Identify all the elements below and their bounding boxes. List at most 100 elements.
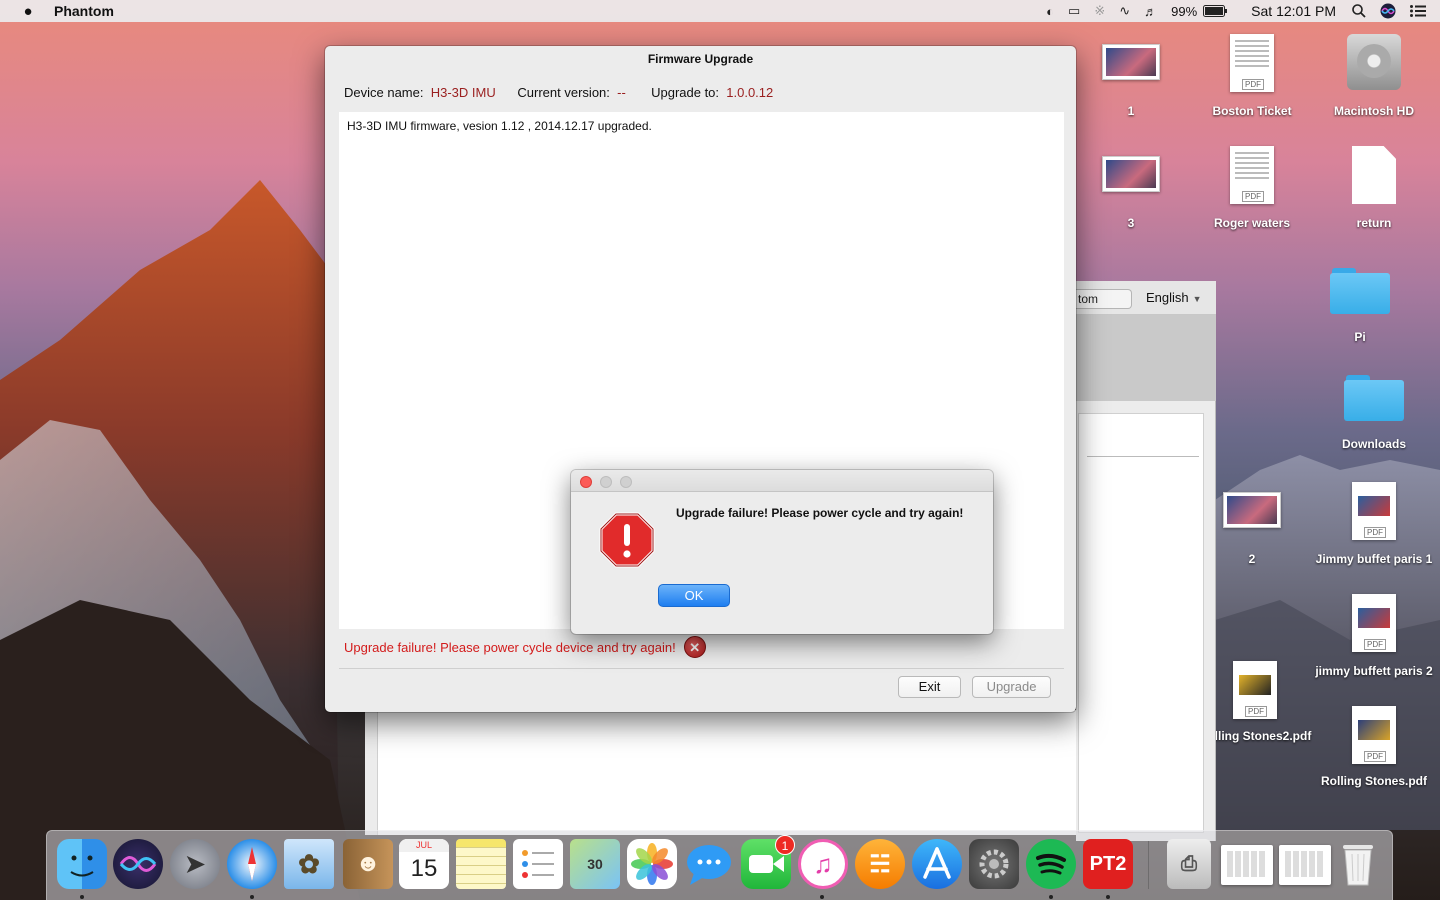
wifi-icon[interactable]: ∿	[1119, 3, 1130, 19]
pdf-document-icon: PDF	[1230, 146, 1274, 204]
screenshot-thumbnail-icon	[1227, 851, 1267, 877]
alert-message: Upgrade failure! Please power cycle and …	[676, 506, 964, 520]
language-select[interactable]: English ▼	[1146, 290, 1202, 305]
dock-calendar[interactable]: JUL 15	[399, 839, 449, 889]
airplay-icon[interactable]: ▭	[1068, 3, 1080, 19]
siri-icon[interactable]	[1380, 3, 1396, 19]
finder-icon	[70, 855, 94, 877]
app-menu-phantom[interactable]: Phantom	[54, 3, 114, 19]
dock-launchpad[interactable]: ➤	[170, 839, 220, 889]
minimize-button[interactable]	[600, 476, 612, 488]
apple-icon[interactable]: ●	[18, 3, 38, 20]
dock-mail[interactable]: ✿	[284, 839, 334, 889]
dock: ➤ ✿ ☻ JUL 15 30 1 ♫ ☵ PT2 ⎙	[46, 830, 1393, 900]
screenshot-thumbnail-icon	[1102, 44, 1160, 80]
menu-bar: ● Phantom ◐ ▭ ※ ∿ ♬ 99% Sat 12:01 PM	[0, 0, 1440, 22]
menubar-clock[interactable]: Sat 12:01 PM	[1251, 3, 1336, 19]
notes-icon	[456, 839, 506, 889]
pdf-document-icon: PDF	[1352, 482, 1396, 540]
upgrade-failure-alert: Upgrade failure! Please power cycle and …	[571, 470, 993, 634]
folder-icon	[1344, 375, 1404, 421]
calendar-month: JUL	[399, 839, 449, 852]
ok-button[interactable]: OK	[658, 584, 730, 607]
desktop-icon-rolling-stones[interactable]: PDF Rolling Stones.pdf	[1314, 706, 1434, 789]
desktop-icon-3[interactable]: 3	[1071, 156, 1191, 231]
notification-badge: 1	[775, 835, 795, 855]
map-icon: 30	[587, 856, 603, 872]
dock-contacts[interactable]: ☻	[343, 839, 393, 889]
contact-book-icon: ☻	[355, 850, 381, 877]
desktop-icon-macintosh-hd[interactable]: Macintosh HD	[1314, 34, 1434, 119]
chevron-down-icon: ▼	[1192, 294, 1202, 304]
device-name-label: Device name:	[344, 85, 424, 100]
background-phantom-window: tom English ▼	[1076, 281, 1216, 841]
close-button[interactable]	[580, 476, 592, 488]
upgrade-to-value: 1.0.0.12	[726, 85, 774, 100]
desktop-icon-boston-ticket[interactable]: PDF Boston Ticket	[1192, 34, 1312, 119]
desktop-icon-1[interactable]: 1	[1071, 44, 1191, 119]
dock-messages[interactable]	[684, 839, 734, 889]
dock-siri[interactable]	[113, 839, 163, 889]
hard-drive-icon	[1347, 34, 1401, 90]
volume-icon[interactable]: ♬	[1144, 4, 1157, 19]
open-book-icon: ☵	[869, 850, 891, 878]
desktop-icon-downloads[interactable]: Downloads	[1314, 375, 1434, 452]
dock-safari[interactable]	[227, 839, 277, 889]
dock-spotify[interactable]	[1026, 839, 1076, 889]
desktop-icon-jimmy-buffet-paris-1[interactable]: PDF Jimmy buffet paris 1	[1314, 482, 1434, 567]
app-store-icon	[923, 847, 951, 879]
zoom-button[interactable]	[620, 476, 632, 488]
pdf-document-icon: PDF	[1352, 706, 1396, 764]
upgrade-to-label: Upgrade to:	[651, 85, 720, 100]
spotlight-icon[interactable]	[1352, 4, 1366, 18]
dock-finder[interactable]	[57, 839, 107, 889]
screenshot-thumbnail-icon	[1223, 492, 1281, 528]
dock-facetime[interactable]: 1	[741, 835, 795, 889]
dock-screenshot-1[interactable]	[1221, 845, 1273, 885]
error-message: Upgrade failure! Please power cycle devi…	[344, 639, 676, 655]
battery-percent: 99%	[1171, 3, 1198, 19]
desktop-icon-jimmy-buffett-paris-2[interactable]: PDF jimmy buffett paris 2	[1314, 594, 1434, 679]
spotify-icon	[1036, 853, 1066, 875]
notification-center-icon[interactable]	[1410, 5, 1426, 17]
current-version-value: --	[617, 85, 626, 100]
vpn-icon[interactable]: ◐	[1046, 4, 1054, 19]
dock-separator	[1148, 841, 1149, 889]
error-status-row: Upgrade failure! Please power cycle devi…	[344, 636, 706, 658]
dock-trash[interactable]	[1338, 839, 1378, 889]
desktop-icon-pi[interactable]: Pi	[1300, 268, 1420, 345]
error-x-icon: ✕	[683, 636, 706, 658]
running-indicator	[80, 895, 84, 899]
dock-notes[interactable]	[456, 839, 506, 889]
dock-app-store[interactable]	[912, 839, 962, 889]
dock-pt2[interactable]: PT2	[1083, 839, 1133, 889]
alert-titlebar	[571, 470, 993, 492]
rocket-icon: ➤	[184, 850, 206, 878]
device-info-row: Device name: H3-3D IMU Current version: …	[344, 85, 773, 100]
printer-icon: ⎙	[1181, 852, 1197, 875]
dock-document-stack[interactable]: ⎙	[1167, 839, 1211, 889]
screenshot-thumbnail-icon	[1285, 851, 1325, 877]
screenshot-thumbnail-icon	[1102, 156, 1160, 192]
pdf-document-icon: PDF	[1233, 661, 1277, 719]
dock-photos[interactable]	[627, 839, 677, 889]
dock-screenshot-2[interactable]	[1279, 845, 1331, 885]
pdf-document-icon: PDF	[1352, 594, 1396, 652]
tab-custom[interactable]: tom	[1076, 289, 1132, 309]
exit-button[interactable]: Exit	[898, 676, 961, 698]
dock-reminders[interactable]	[513, 839, 563, 889]
dock-itunes[interactable]: ♫	[798, 839, 848, 889]
dock-system-preferences[interactable]	[969, 839, 1019, 889]
trash-icon	[1343, 845, 1373, 886]
battery-icon[interactable]	[1203, 5, 1228, 17]
calendar-day: 15	[410, 855, 438, 882]
stop-warning-icon	[599, 512, 655, 568]
eagle-stamp-icon: ✿	[298, 848, 320, 879]
desktop-icon-return[interactable]: return	[1314, 146, 1434, 231]
desktop-icon-roger-waters[interactable]: PDF Roger waters	[1192, 146, 1312, 231]
bluetooth-icon[interactable]: ※	[1094, 3, 1105, 19]
dock-ibooks[interactable]: ☵	[855, 839, 905, 889]
upgrade-button[interactable]: Upgrade	[972, 676, 1051, 698]
dock-maps[interactable]: 30	[570, 839, 620, 889]
music-note-icon: ♫	[813, 848, 833, 879]
